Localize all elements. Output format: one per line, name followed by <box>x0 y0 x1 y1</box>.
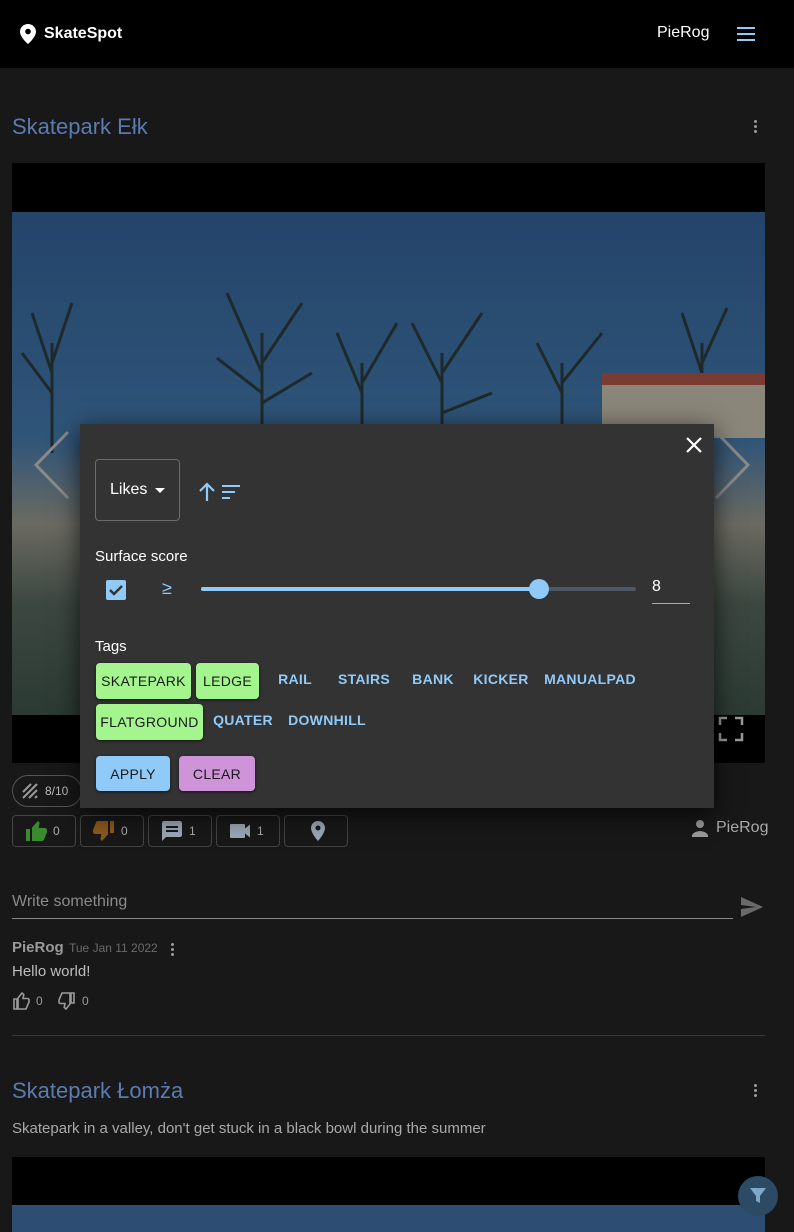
tag-stairs[interactable]: STAIRS <box>333 661 395 697</box>
clear-button[interactable]: CLEAR <box>179 756 255 791</box>
slider-fill <box>201 587 539 591</box>
comments-button[interactable]: 1 <box>148 815 212 847</box>
sort-ascending-icon[interactable] <box>198 482 242 502</box>
dislike-count: 0 <box>121 824 128 838</box>
next-image-icon[interactable] <box>712 430 752 500</box>
sort-by-value: Likes <box>110 481 148 498</box>
comment-like-count: 0 <box>36 994 43 1008</box>
post-divider <box>12 1035 765 1036</box>
send-icon[interactable] <box>740 896 764 918</box>
comment-like-button[interactable]: 0 <box>12 992 43 1010</box>
current-user[interactable]: PieRog <box>657 24 709 42</box>
comment-dislike-count: 0 <box>82 994 89 1008</box>
comment-more-icon[interactable] <box>171 943 175 957</box>
thumb-up-icon <box>26 821 47 841</box>
comment-dislike-button[interactable]: 0 <box>58 992 89 1010</box>
app-bar: SkateSpot PieRog <box>0 0 794 68</box>
comment-count: 1 <box>189 824 196 838</box>
fullscreen-icon[interactable] <box>718 716 744 742</box>
comment-text: Hello world! <box>12 963 91 980</box>
post-more-icon[interactable] <box>754 1084 758 1098</box>
post-description: Skatepark in a valley, don't get stuck i… <box>12 1120 486 1137</box>
location-button[interactable] <box>284 815 348 847</box>
location-pin-icon <box>311 821 325 841</box>
comment-date: Tue Jan 11 2022 <box>69 941 158 955</box>
tag-downhill[interactable]: DOWNHILL <box>285 702 369 738</box>
video-count: 1 <box>257 824 264 838</box>
skatepark-photo <box>12 1205 765 1232</box>
comparator-toggle[interactable]: ≥ <box>162 578 172 599</box>
post-author[interactable]: PieRog <box>690 818 768 838</box>
comment-icon <box>162 821 182 841</box>
map-pin-icon <box>20 24 36 44</box>
surface-score-input[interactable]: 8 <box>652 578 690 604</box>
surface-score-value: 8/10 <box>45 784 69 798</box>
post-title[interactable]: Skatepark Łomża <box>12 1078 183 1104</box>
videos-button[interactable]: 1 <box>216 815 280 847</box>
dislike-button[interactable]: 0 <box>80 815 144 847</box>
check-icon <box>109 585 123 596</box>
comment-input[interactable]: Write something <box>12 893 733 919</box>
close-icon[interactable] <box>685 436 703 454</box>
hamburger-menu-icon[interactable] <box>735 26 757 42</box>
filter-icon <box>750 1188 766 1203</box>
tags-label: Tags <box>95 638 127 655</box>
brand-link[interactable]: SkateSpot <box>20 24 122 44</box>
surface-score-label: Surface score <box>95 548 188 565</box>
surface-score-slider[interactable] <box>201 579 636 599</box>
tag-manualpad[interactable]: MANUALPAD <box>542 661 638 697</box>
tag-bank[interactable]: BANK <box>406 661 460 697</box>
like-button[interactable]: 0 <box>12 815 76 847</box>
post-author-name: PieRog <box>716 819 769 836</box>
previous-image-icon[interactable] <box>32 430 72 500</box>
tag-skatepark[interactable]: SKATEPARK <box>96 663 191 699</box>
post-image-carousel[interactable] <box>12 1157 765 1232</box>
surface-score-checkbox[interactable] <box>106 580 126 600</box>
person-icon <box>692 820 708 837</box>
like-count: 0 <box>53 824 60 838</box>
comment-author[interactable]: PieRog <box>12 939 64 956</box>
thumb-up-outline-icon <box>13 992 30 1010</box>
surface-score-chip: 8/10 <box>12 775 82 807</box>
thumb-down-icon <box>93 821 114 841</box>
tag-quater[interactable]: QUATER <box>209 702 277 738</box>
thumb-down-outline-icon <box>58 992 75 1010</box>
post-title[interactable]: Skatepark Ełk <box>12 114 148 140</box>
tag-rail[interactable]: RAIL <box>269 661 321 697</box>
tag-flatground[interactable]: FLATGROUND <box>96 704 203 740</box>
sort-by-select[interactable]: Likes <box>95 459 180 521</box>
post-more-icon[interactable] <box>754 120 758 134</box>
apply-button[interactable]: APPLY <box>96 756 170 791</box>
videocam-icon <box>230 824 250 838</box>
surface-texture-icon <box>22 783 38 799</box>
brand-name: SkateSpot <box>44 25 123 42</box>
filter-fab[interactable] <box>738 1176 778 1216</box>
tag-ledge[interactable]: LEDGE <box>196 663 259 699</box>
trees-silhouette <box>20 292 765 453</box>
slider-thumb[interactable] <box>528 579 549 599</box>
tag-kicker[interactable]: KICKER <box>470 661 532 697</box>
filter-dialog: Likes Surface score ≥ 8 Tags SKATEPARK L… <box>80 424 714 808</box>
caret-down-icon <box>155 487 166 493</box>
